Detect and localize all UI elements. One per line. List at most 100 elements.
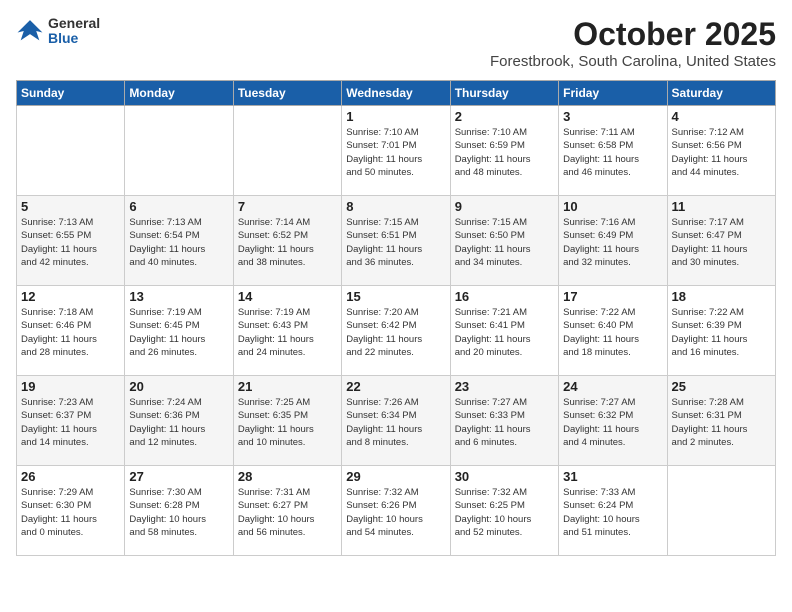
day-info: Sunrise: 7:14 AM Sunset: 6:52 PM Dayligh… (238, 216, 337, 269)
calendar-cell: 13 Sunrise: 7:19 AM Sunset: 6:45 PM Dayli… (125, 286, 233, 376)
weekday-header-saturday: Saturday (667, 81, 775, 106)
calendar-cell: 24 Sunrise: 7:27 AM Sunset: 6:32 PM Dayli… (559, 376, 667, 466)
calendar-week-row: 26 Sunrise: 7:29 AM Sunset: 6:30 PM Dayli… (17, 466, 776, 556)
day-info: Sunrise: 7:10 AM Sunset: 6:59 PM Dayligh… (455, 126, 554, 179)
weekday-header-row: SundayMondayTuesdayWednesdayThursdayFrid… (17, 81, 776, 106)
logo-general: General (48, 16, 100, 31)
day-info: Sunrise: 7:16 AM Sunset: 6:49 PM Dayligh… (563, 216, 662, 269)
day-info: Sunrise: 7:26 AM Sunset: 6:34 PM Dayligh… (346, 396, 445, 449)
day-info: Sunrise: 7:20 AM Sunset: 6:42 PM Dayligh… (346, 306, 445, 359)
day-number: 30 (455, 469, 554, 484)
day-number: 21 (238, 379, 337, 394)
weekday-header-sunday: Sunday (17, 81, 125, 106)
calendar-cell: 28Sunrise: 7:31 AM Sunset: 6:27 PM Dayli… (233, 466, 341, 556)
day-info: Sunrise: 7:25 AM Sunset: 6:35 PM Dayligh… (238, 396, 337, 449)
logo-icon (16, 17, 44, 45)
day-number: 4 (672, 109, 771, 124)
weekday-header-tuesday: Tuesday (233, 81, 341, 106)
calendar-cell: 29 Sunrise: 7:32 AM Sunset: 6:26 PM Dayli… (342, 466, 450, 556)
calendar-week-row: 19Sunrise: 7:23 AM Sunset: 6:37 PM Dayli… (17, 376, 776, 466)
day-number: 1 (346, 109, 445, 124)
title-block: October 2025 Forestbrook, South Carolina… (490, 16, 776, 70)
calendar-cell (17, 106, 125, 196)
calendar-cell: 4 Sunrise: 7:12 AM Sunset: 6:56 PM Daylig… (667, 106, 775, 196)
calendar-cell: 19Sunrise: 7:23 AM Sunset: 6:37 PM Dayli… (17, 376, 125, 466)
day-number: 7 (238, 199, 337, 214)
weekday-header-friday: Friday (559, 81, 667, 106)
calendar-cell: 18 Sunrise: 7:22 AM Sunset: 6:39 PM Dayli… (667, 286, 775, 376)
weekday-header-wednesday: Wednesday (342, 81, 450, 106)
day-number: 28 (238, 469, 337, 484)
day-info: Sunrise: 7:27 AM Sunset: 6:32 PM Dayligh… (563, 396, 662, 449)
day-info: Sunrise: 7:30 AM Sunset: 6:28 PM Dayligh… (129, 486, 228, 539)
day-info: Sunrise: 7:13 AM Sunset: 6:54 PM Dayligh… (129, 216, 228, 269)
calendar-cell: 10 Sunrise: 7:16 AM Sunset: 6:49 PM Dayli… (559, 196, 667, 286)
day-number: 11 (672, 199, 771, 214)
calendar-cell: 23 Sunrise: 7:27 AM Sunset: 6:33 PM Dayli… (450, 376, 558, 466)
day-number: 10 (563, 199, 662, 214)
calendar-cell: 27 Sunrise: 7:30 AM Sunset: 6:28 PM Dayli… (125, 466, 233, 556)
day-info: Sunrise: 7:22 AM Sunset: 6:40 PM Dayligh… (563, 306, 662, 359)
calendar-cell: 31Sunrise: 7:33 AM Sunset: 6:24 PM Dayli… (559, 466, 667, 556)
day-info: Sunrise: 7:28 AM Sunset: 6:31 PM Dayligh… (672, 396, 771, 449)
day-info: Sunrise: 7:27 AM Sunset: 6:33 PM Dayligh… (455, 396, 554, 449)
day-number: 3 (563, 109, 662, 124)
day-number: 22 (346, 379, 445, 394)
calendar-cell: 12Sunrise: 7:18 AM Sunset: 6:46 PM Dayli… (17, 286, 125, 376)
calendar-cell: 22 Sunrise: 7:26 AM Sunset: 6:34 PM Dayli… (342, 376, 450, 466)
calendar-week-row: 12Sunrise: 7:18 AM Sunset: 6:46 PM Dayli… (17, 286, 776, 376)
day-number: 29 (346, 469, 445, 484)
calendar-cell: 5 Sunrise: 7:13 AM Sunset: 6:55 PM Daylig… (17, 196, 125, 286)
logo-text: General Blue (48, 16, 100, 47)
day-info: Sunrise: 7:12 AM Sunset: 6:56 PM Dayligh… (672, 126, 771, 179)
day-info: Sunrise: 7:29 AM Sunset: 6:30 PM Dayligh… (21, 486, 120, 539)
day-info: Sunrise: 7:32 AM Sunset: 6:26 PM Dayligh… (346, 486, 445, 539)
calendar-cell: 7 Sunrise: 7:14 AM Sunset: 6:52 PM Daylig… (233, 196, 341, 286)
day-number: 14 (238, 289, 337, 304)
calendar-cell: 30 Sunrise: 7:32 AM Sunset: 6:25 PM Dayli… (450, 466, 558, 556)
day-number: 6 (129, 199, 228, 214)
calendar-cell: 1 Sunrise: 7:10 AM Sunset: 7:01 PM Daylig… (342, 106, 450, 196)
calendar-cell: 21 Sunrise: 7:25 AM Sunset: 6:35 PM Dayli… (233, 376, 341, 466)
day-number: 27 (129, 469, 228, 484)
calendar-cell: 2 Sunrise: 7:10 AM Sunset: 6:59 PM Daylig… (450, 106, 558, 196)
day-info: Sunrise: 7:21 AM Sunset: 6:41 PM Dayligh… (455, 306, 554, 359)
day-number: 12 (21, 289, 120, 304)
calendar-cell: 6 Sunrise: 7:13 AM Sunset: 6:54 PM Daylig… (125, 196, 233, 286)
day-number: 16 (455, 289, 554, 304)
day-number: 9 (455, 199, 554, 214)
day-number: 13 (129, 289, 228, 304)
day-info: Sunrise: 7:19 AM Sunset: 6:45 PM Dayligh… (129, 306, 228, 359)
day-number: 19 (21, 379, 120, 394)
calendar-cell: 25 Sunrise: 7:28 AM Sunset: 6:31 PM Dayli… (667, 376, 775, 466)
calendar: SundayMondayTuesdayWednesdayThursdayFrid… (16, 80, 776, 556)
day-number: 24 (563, 379, 662, 394)
location: Forestbrook, South Carolina, United Stat… (490, 53, 776, 70)
day-number: 23 (455, 379, 554, 394)
calendar-cell: 9Sunrise: 7:15 AM Sunset: 6:50 PM Daylig… (450, 196, 558, 286)
day-info: Sunrise: 7:13 AM Sunset: 6:55 PM Dayligh… (21, 216, 120, 269)
day-info: Sunrise: 7:10 AM Sunset: 7:01 PM Dayligh… (346, 126, 445, 179)
calendar-cell (233, 106, 341, 196)
calendar-cell: 16 Sunrise: 7:21 AM Sunset: 6:41 PM Dayli… (450, 286, 558, 376)
day-number: 26 (21, 469, 120, 484)
day-number: 2 (455, 109, 554, 124)
day-number: 20 (129, 379, 228, 394)
logo-blue: Blue (48, 31, 100, 46)
month-title: October 2025 (490, 16, 776, 53)
day-info: Sunrise: 7:11 AM Sunset: 6:58 PM Dayligh… (563, 126, 662, 179)
calendar-cell: 11Sunrise: 7:17 AM Sunset: 6:47 PM Dayli… (667, 196, 775, 286)
day-number: 5 (21, 199, 120, 214)
day-info: Sunrise: 7:32 AM Sunset: 6:25 PM Dayligh… (455, 486, 554, 539)
day-number: 25 (672, 379, 771, 394)
calendar-cell: 14Sunrise: 7:19 AM Sunset: 6:43 PM Dayli… (233, 286, 341, 376)
logo: General Blue (16, 16, 100, 47)
calendar-cell: 17Sunrise: 7:22 AM Sunset: 6:40 PM Dayli… (559, 286, 667, 376)
day-info: Sunrise: 7:22 AM Sunset: 6:39 PM Dayligh… (672, 306, 771, 359)
day-number: 18 (672, 289, 771, 304)
calendar-cell (667, 466, 775, 556)
calendar-cell: 20Sunrise: 7:24 AM Sunset: 6:36 PM Dayli… (125, 376, 233, 466)
calendar-cell: 3 Sunrise: 7:11 AM Sunset: 6:58 PM Daylig… (559, 106, 667, 196)
calendar-cell: 26 Sunrise: 7:29 AM Sunset: 6:30 PM Dayli… (17, 466, 125, 556)
day-number: 8 (346, 199, 445, 214)
